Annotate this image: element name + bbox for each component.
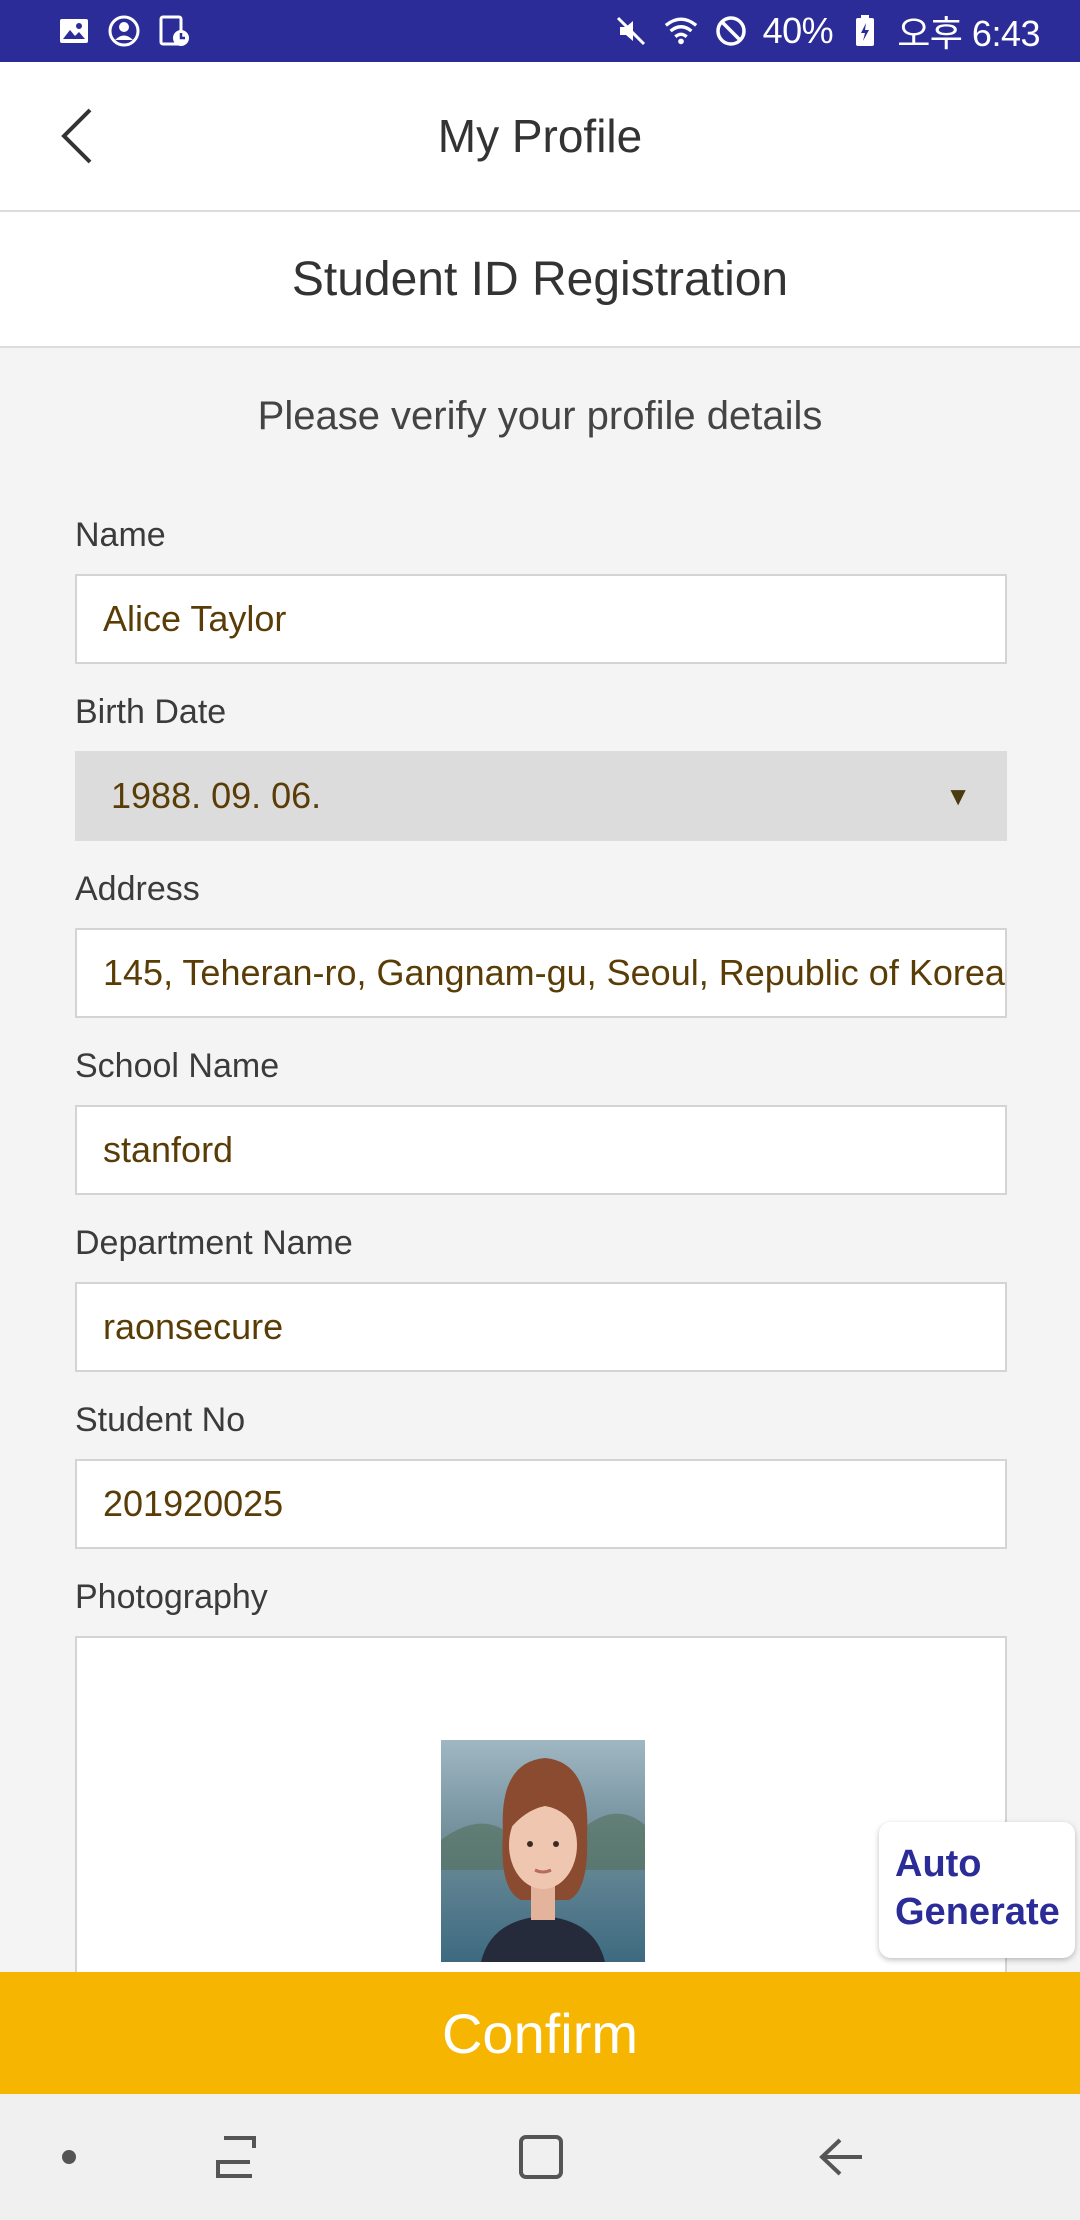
department-name-label: Department Name bbox=[75, 1224, 353, 1262]
document-clock-icon bbox=[156, 13, 192, 49]
chevron-left-icon bbox=[56, 106, 96, 171]
birth-date-label: Birth Date bbox=[75, 693, 227, 731]
section-header: Student ID Registration bbox=[0, 212, 1080, 348]
birth-date-value: 1988. 09. 06. bbox=[111, 775, 322, 816]
student-no-label: Student No bbox=[75, 1401, 246, 1439]
account-circle-icon bbox=[106, 13, 142, 49]
section-title: Student ID Registration bbox=[291, 252, 789, 306]
photo-container[interactable] bbox=[75, 1636, 1007, 1972]
photography-label: Photography bbox=[75, 1578, 268, 1616]
address-label: Address bbox=[75, 870, 200, 908]
department-name-field[interactable]: raonsecure bbox=[75, 1282, 1007, 1372]
battery-percent: 40% bbox=[762, 10, 834, 51]
page-title: My Profile bbox=[437, 110, 643, 162]
school-name-field[interactable]: stanford bbox=[75, 1105, 1007, 1195]
blocked-icon bbox=[713, 13, 749, 49]
back-arrow-icon[interactable] bbox=[808, 2124, 874, 2190]
mute-icon bbox=[613, 13, 649, 49]
auto-generate-label-1: Auto bbox=[895, 1843, 982, 1885]
name-label: Name bbox=[75, 516, 166, 554]
dot-icon[interactable] bbox=[36, 2124, 102, 2190]
auto-generate-button[interactable]: Auto Generate bbox=[879, 1822, 1075, 1958]
status-left bbox=[56, 13, 192, 49]
profile-photo bbox=[441, 1740, 645, 1962]
wifi-icon bbox=[663, 13, 699, 49]
school-name-label: School Name bbox=[75, 1047, 280, 1085]
app-header: My Profile bbox=[0, 62, 1080, 212]
battery-icon bbox=[847, 13, 883, 49]
dropdown-arrow-icon: ▼ bbox=[945, 780, 971, 811]
birth-date-select[interactable]: 1988. 09. 06. ▼ bbox=[75, 751, 1007, 841]
home-icon[interactable] bbox=[508, 2124, 574, 2190]
status-bar: 40% 오후 6:43 bbox=[0, 0, 1080, 62]
address-field[interactable]: 145, Teheran-ro, Gangnam-gu, Seoul, Repu… bbox=[75, 928, 1007, 1018]
name-field[interactable]: Alice Taylor bbox=[75, 574, 1007, 664]
confirm-button[interactable]: Confirm bbox=[0, 1972, 1080, 2094]
back-button[interactable] bbox=[40, 102, 112, 174]
instruction-text: Please verify your profile details bbox=[257, 394, 823, 438]
clock: 오후 6:43 bbox=[897, 13, 1040, 54]
auto-generate-label-2: Generate bbox=[895, 1891, 1060, 1933]
profile-form: Please verify your profile details Name … bbox=[0, 348, 1080, 1972]
recent-apps-icon[interactable] bbox=[204, 2124, 270, 2190]
gallery-icon bbox=[56, 13, 92, 49]
system-nav-bar bbox=[0, 2094, 1080, 2220]
student-no-field[interactable]: 201920025 bbox=[75, 1459, 1007, 1549]
status-right: 40% 오후 6:43 bbox=[613, 5, 1040, 57]
